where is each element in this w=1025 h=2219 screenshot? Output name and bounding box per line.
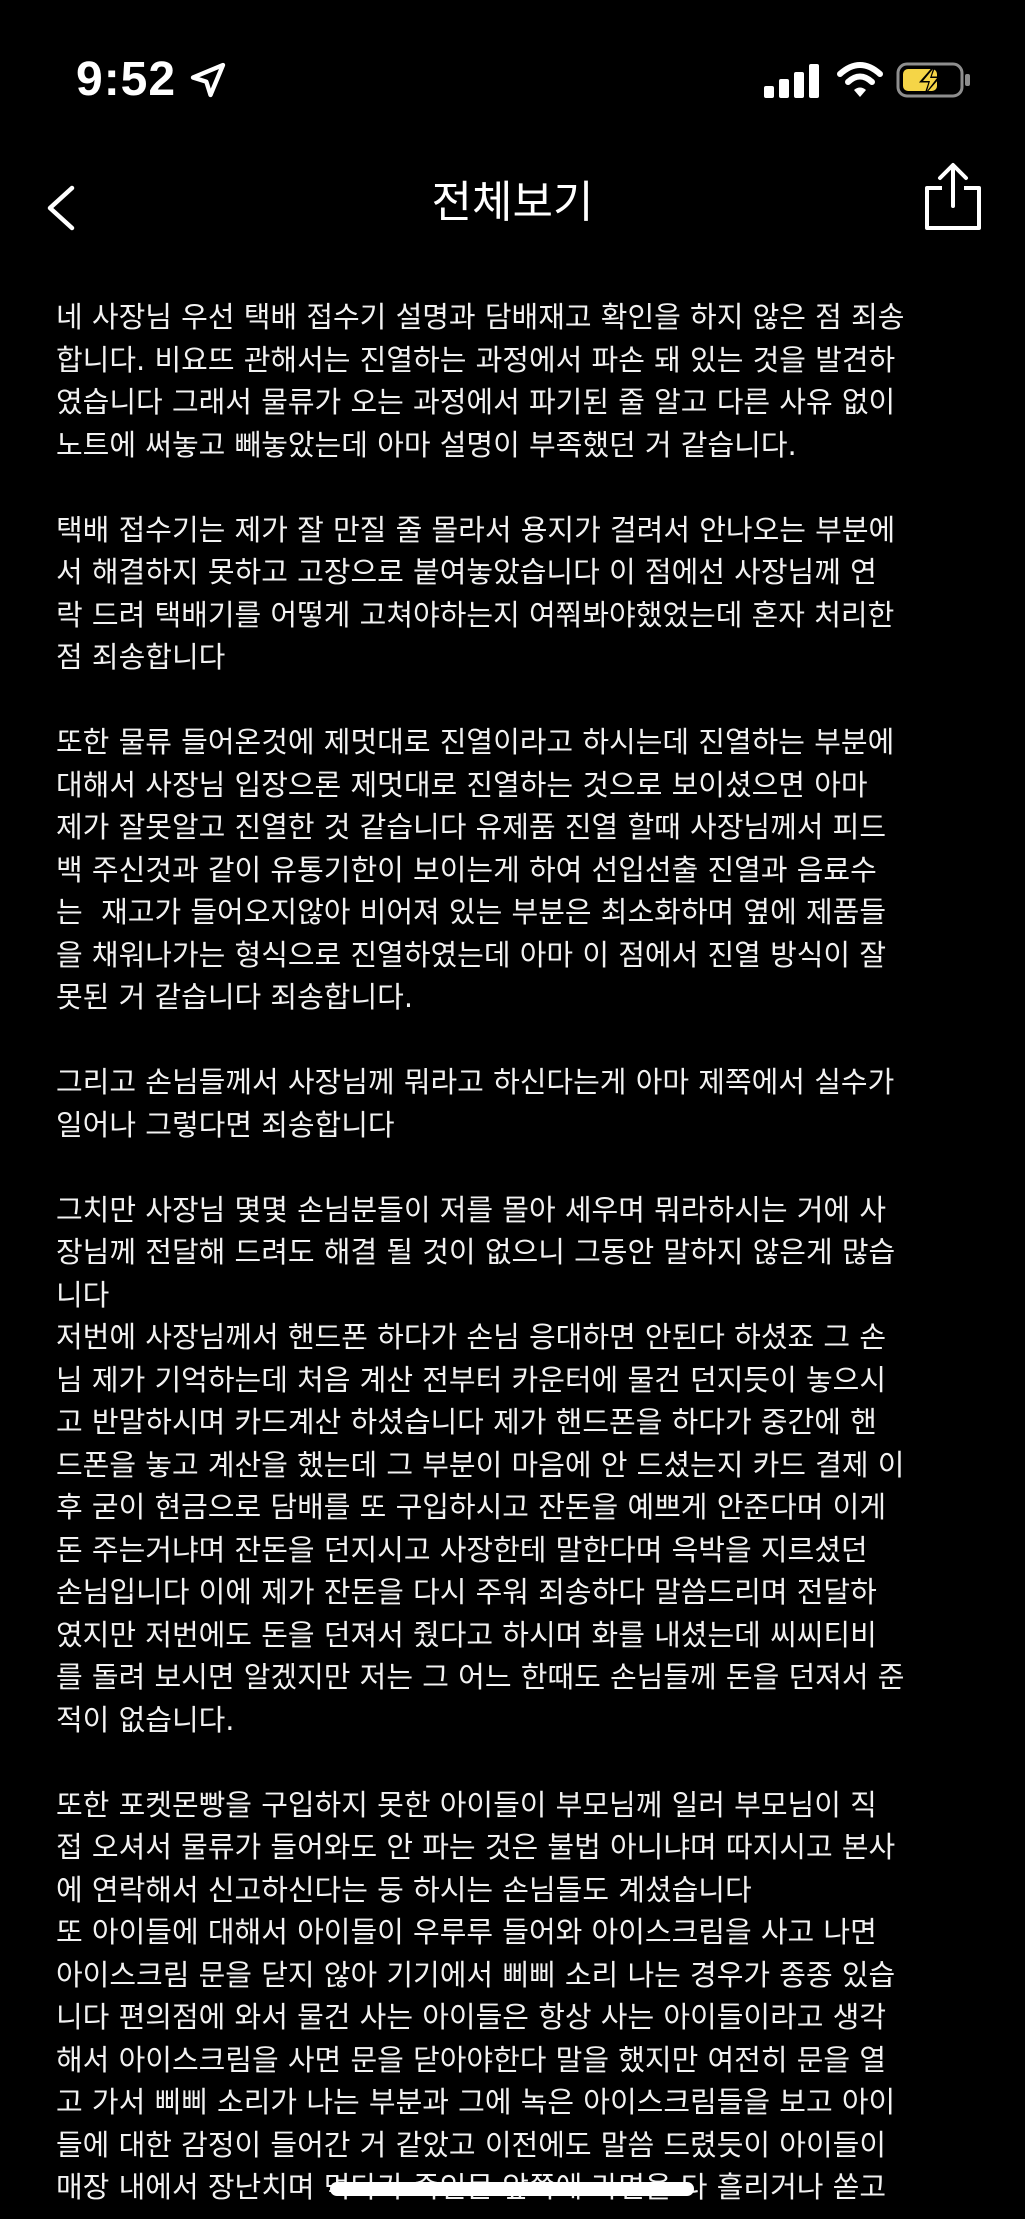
home-indicator[interactable]: [330, 2182, 694, 2196]
memo-content: 네 사장님 우선 택배 접수기 설명과 담배재고 확인을 하지 않은 점 죄송 …: [56, 296, 976, 2219]
paragraph-2: 택배 접수기는 제가 잘 만질 줄 몰라서 용지가 걸려서 안나오는 부분에 서…: [56, 512, 896, 675]
status-time: 9:52: [76, 53, 177, 106]
share-icon: [925, 163, 981, 230]
battery-charging-icon: [896, 62, 970, 98]
wifi-icon: [837, 62, 883, 97]
paragraph-4: 그리고 손님들께서 사장님께 뭐라고 하신다는게 아마 제쪽에서 실수가 일어나…: [56, 1065, 895, 1142]
navigation-bar: 전체보기: [0, 160, 1025, 270]
status-bar: 9:52: [0, 0, 1025, 160]
paragraph-3: 또한 물류 들어온것에 제멋대로 진열이라고 하시는데 진열하는 부분에 대해서…: [56, 725, 895, 1014]
page-title: 전체보기: [431, 177, 594, 228]
paragraph-6: 또한 포켓몬빵을 구입하지 못한 아이들이 부모님께 일러 부모님이 직 접 오…: [56, 1787, 896, 2205]
share-button[interactable]: [920, 160, 986, 240]
cellular-signal-icon: [764, 64, 819, 98]
paragraph-5: 그치만 사장님 몇몇 손님분들이 저를 몰아 세우며 뭐라하시는 거에 사 장님…: [56, 1192, 905, 1737]
paragraph-1: 네 사장님 우선 택배 접수기 설명과 담배재고 확인을 하지 않은 점 죄송 …: [56, 300, 905, 462]
location-arrow-icon: [190, 62, 226, 98]
